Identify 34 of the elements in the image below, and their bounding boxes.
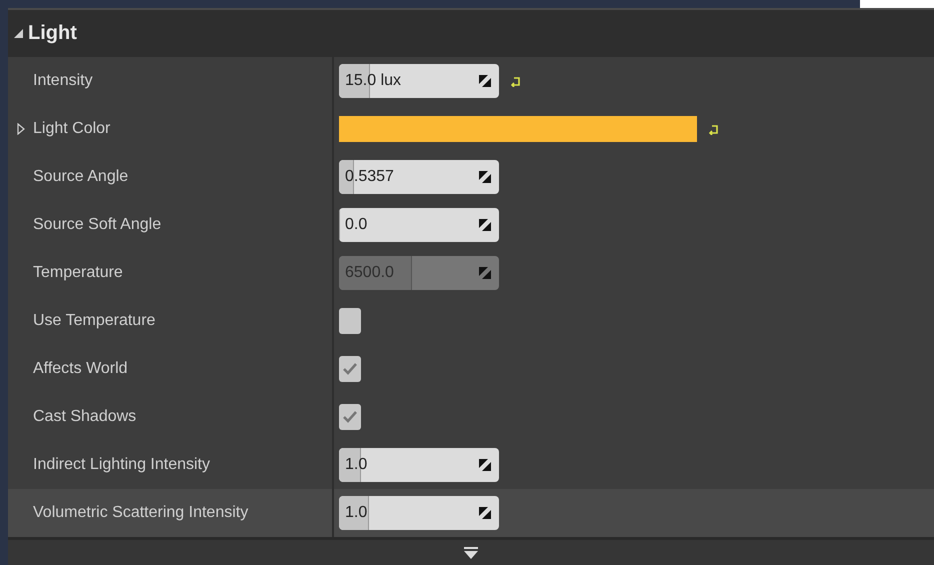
color-swatch[interactable]	[339, 116, 697, 142]
property-label: Indirect Lighting Intensity	[33, 456, 210, 474]
number-field[interactable]: 1.0	[339, 448, 499, 482]
checkbox[interactable]	[339, 308, 361, 334]
check-icon	[343, 363, 357, 375]
property-label: Volumetric Scattering Intensity	[33, 504, 248, 522]
reset-arrow-icon[interactable]	[709, 124, 719, 134]
number-field[interactable]: 0.0	[339, 208, 499, 242]
number-field[interactable]: 0.5357	[339, 160, 499, 194]
section-title: Light	[28, 22, 77, 45]
checkbox[interactable]	[339, 356, 361, 382]
number-field[interactable]: 1.0	[339, 496, 499, 530]
property-label: Source Soft Angle	[33, 216, 162, 234]
number-field[interactable]: 15.0 lux	[339, 64, 499, 98]
property-label: Affects World	[33, 360, 128, 378]
checkbox[interactable]	[339, 404, 361, 430]
show-more-arrow-icon[interactable]	[464, 546, 478, 558]
drag-handle-icon[interactable]	[479, 459, 491, 471]
slider-fill[interactable]	[339, 496, 369, 530]
expand-arrow-icon[interactable]	[17, 123, 25, 135]
check-icon	[343, 411, 357, 423]
property-label: Source Angle	[33, 168, 128, 186]
property-label: Cast Shadows	[33, 408, 136, 426]
property-label: Light Color	[33, 120, 110, 138]
property-label: Intensity	[33, 72, 93, 90]
section-header[interactable]: Light	[8, 10, 934, 57]
property-label: Temperature	[33, 264, 123, 282]
drag-handle-icon[interactable]	[479, 219, 491, 231]
drag-handle-icon[interactable]	[479, 507, 491, 519]
collapse-arrow-icon[interactable]	[14, 29, 23, 38]
drag-handle-icon[interactable]	[479, 171, 491, 183]
reset-arrow-icon[interactable]	[511, 76, 521, 86]
drag-handle-icon[interactable]	[479, 75, 491, 87]
property-label: Use Temperature	[33, 312, 156, 330]
